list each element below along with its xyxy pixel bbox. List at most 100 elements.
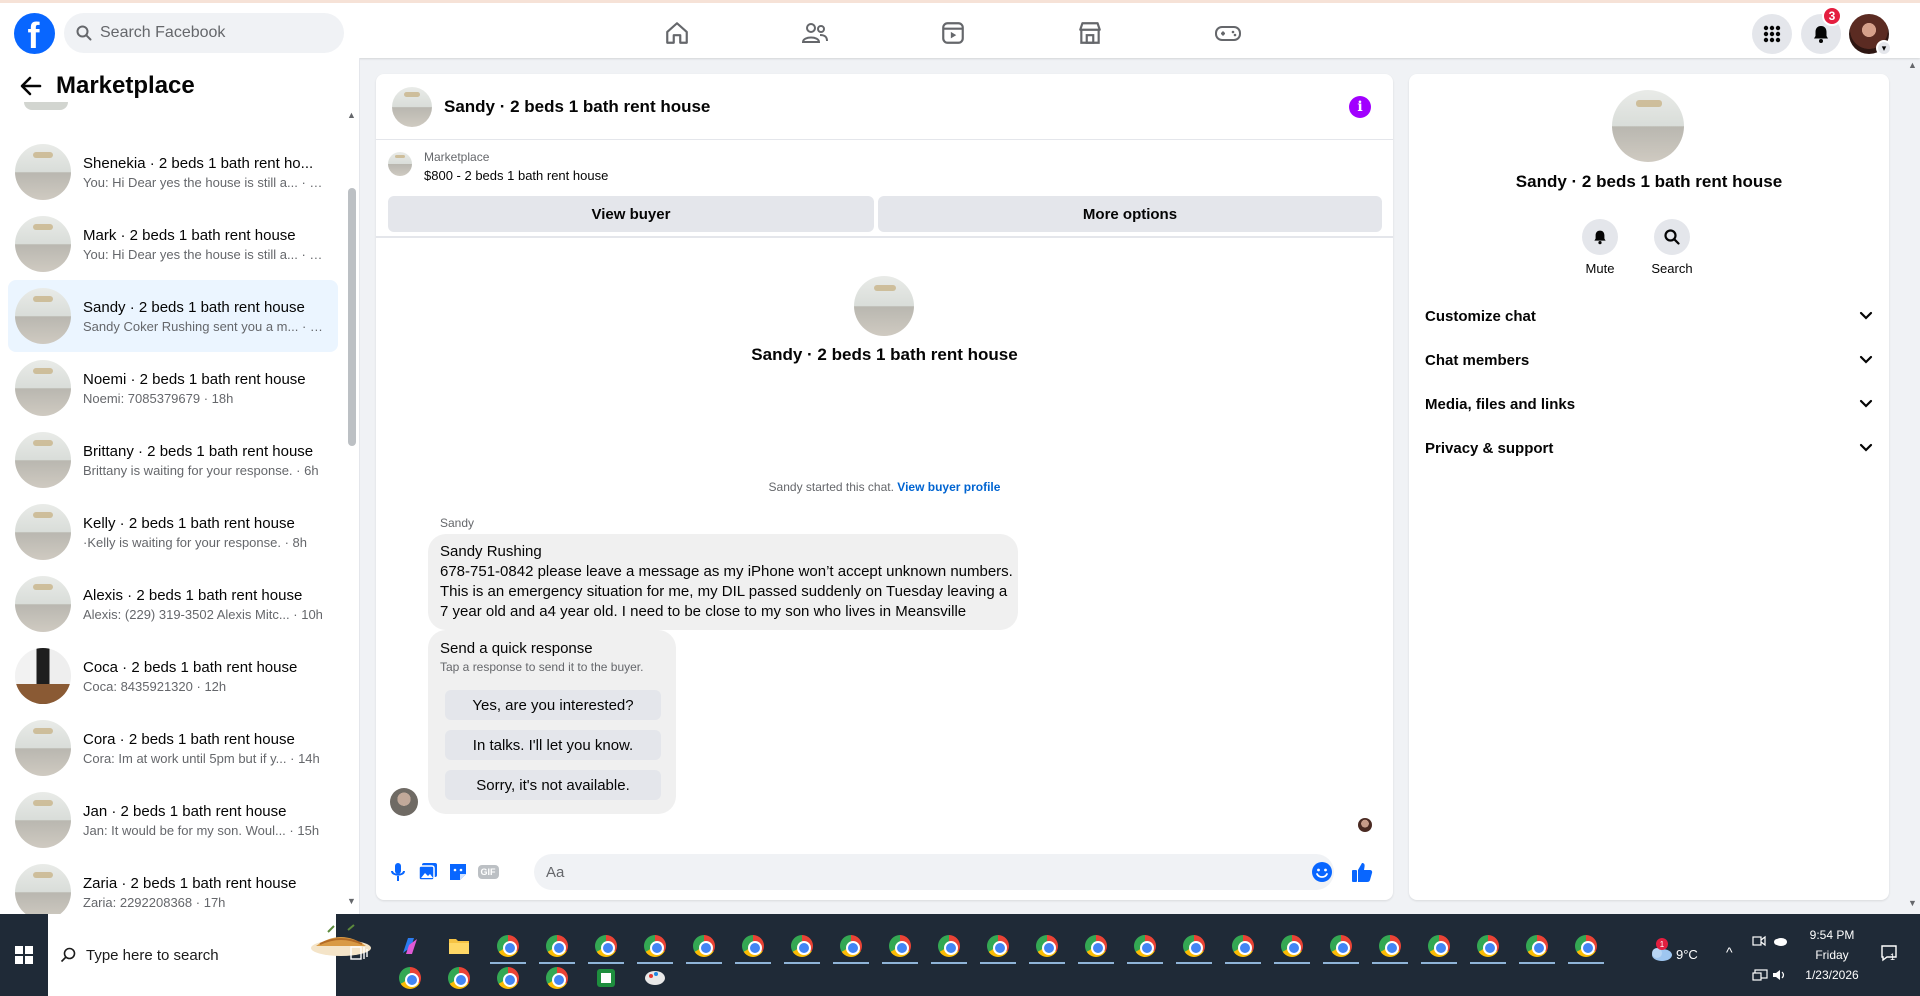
emoji-icon[interactable] — [1310, 860, 1334, 884]
conversation-item[interactable]: Shenekia · 2 beds 1 bath rent ho... You: … — [8, 136, 338, 208]
weather-temperature[interactable]: 9°C — [1676, 947, 1698, 962]
conversation-item[interactable]: Alexis · 2 beds 1 bath rent house Alexis:… — [8, 568, 338, 640]
taskbar-search-input[interactable] — [86, 946, 246, 964]
conversation-item[interactable]: Jan · 2 beds 1 bath rent house Jan: It wo… — [8, 784, 338, 856]
chevron-down-icon[interactable]: ▾ — [1876, 40, 1892, 56]
quick-reply-not-available[interactable]: Sorry, it's not available. — [445, 770, 661, 800]
view-buyer-button[interactable]: View buyer — [388, 196, 874, 232]
chrome-icon[interactable] — [882, 932, 918, 964]
chrome-icon[interactable] — [1421, 932, 1457, 964]
conversation-item[interactable]: Mark · 2 beds 1 bath rent house You: Hi D… — [8, 208, 338, 280]
paint-app-icon[interactable] — [641, 964, 669, 992]
conversation-item[interactable]: Coca · 2 beds 1 bath rent house Coca: 843… — [8, 640, 338, 712]
media-files-links-row[interactable]: Media, files and links — [1425, 386, 1873, 422]
running-indicator — [1176, 962, 1212, 964]
marketplace-icon[interactable] — [1066, 15, 1114, 51]
mute-button[interactable]: Mute — [1570, 219, 1630, 276]
chrome-icon[interactable] — [1029, 932, 1065, 964]
listing-thumbnail[interactable] — [392, 86, 432, 127]
chat-members-row[interactable]: Chat members — [1425, 342, 1873, 378]
volume-icon[interactable] — [1772, 968, 1788, 986]
onedrive-icon[interactable] — [1772, 934, 1788, 952]
chrome-icon[interactable] — [1519, 932, 1555, 964]
conversation-title: Sandy · 2 beds 1 bath rent house — [83, 298, 305, 316]
chrome-icon[interactable] — [637, 932, 673, 964]
chrome-icon[interactable] — [784, 932, 820, 964]
chrome-icon[interactable] — [1323, 932, 1359, 964]
privacy-support-row[interactable]: Privacy & support — [1425, 430, 1873, 466]
meet-now-icon[interactable] — [1752, 934, 1766, 952]
gif-icon[interactable]: GIF — [476, 860, 500, 884]
more-options-button[interactable]: More options — [878, 196, 1382, 232]
chrome-icon[interactable] — [1127, 932, 1163, 964]
info-icon[interactable]: i — [1349, 96, 1371, 118]
back-arrow-icon[interactable] — [20, 76, 42, 96]
chrome-icon[interactable] — [980, 932, 1016, 964]
chrome-icon[interactable] — [1372, 932, 1408, 964]
spreadsheet-app-icon[interactable] — [592, 964, 620, 992]
conversation-item[interactable]: Kelly · 2 beds 1 bath rent house ·Kelly i… — [8, 496, 338, 568]
message-input[interactable] — [534, 854, 1334, 890]
chrome-icon[interactable] — [539, 932, 575, 964]
taskbar-search-box[interactable] — [48, 914, 371, 996]
search-input[interactable] — [100, 24, 320, 42]
chrome-icon[interactable] — [543, 964, 571, 992]
chevron-up-icon[interactable]: ^ — [1726, 944, 1733, 960]
clock-date[interactable]: 1/23/2026 — [1794, 968, 1870, 982]
chrome-icon[interactable] — [833, 932, 869, 964]
conversation-item[interactable]: Brittany · 2 beds 1 bath rent house Britt… — [8, 424, 338, 496]
facebook-logo[interactable]: f — [14, 13, 55, 54]
chrome-icon[interactable] — [396, 964, 424, 992]
thumbs-up-icon[interactable] — [1350, 860, 1374, 884]
windows-start-button[interactable] — [0, 914, 48, 996]
task-view-icon[interactable] — [350, 944, 368, 962]
photo-icon[interactable] — [416, 860, 440, 884]
sidebar-scrollbar[interactable] — [348, 188, 356, 446]
view-buyer-profile-link[interactable]: View buyer profile — [897, 480, 1000, 494]
friends-icon[interactable] — [791, 15, 839, 51]
chrome-icon[interactable] — [445, 964, 473, 992]
chat-title[interactable]: Sandy · 2 beds 1 bath rent house — [444, 97, 710, 117]
conversation-snippet-text: You: Hi Dear yes the house is still a... — [83, 246, 298, 262]
scroll-down-arrow[interactable]: ▼ — [347, 896, 356, 906]
clock-day[interactable]: Friday — [1794, 948, 1870, 962]
conversation-item[interactable]: Cora · 2 beds 1 bath rent house Cora: Im … — [8, 712, 338, 784]
sticker-icon[interactable] — [446, 860, 470, 884]
chrome-icon[interactable] — [735, 932, 771, 964]
chrome-icon[interactable] — [1078, 932, 1114, 964]
page-scroll-up-arrow[interactable]: ▲ — [1908, 60, 1917, 70]
chrome-icon[interactable] — [490, 932, 526, 964]
chrome-icon[interactable] — [931, 932, 967, 964]
network-icon[interactable] — [1752, 968, 1768, 986]
weather-icon[interactable]: 1 — [1648, 938, 1674, 961]
file-explorer-icon[interactable] — [445, 932, 473, 960]
chrome-icon[interactable] — [686, 932, 722, 964]
copilot-icon[interactable] — [396, 932, 424, 960]
quick-reply-interested[interactable]: Yes, are you interested? — [445, 690, 661, 720]
gaming-icon[interactable] — [1204, 15, 1252, 51]
conversation-item[interactable]: Sandy · 2 beds 1 bath rent house Sandy Co… — [8, 280, 338, 352]
chrome-icon[interactable] — [1225, 932, 1261, 964]
search-box[interactable] — [64, 13, 344, 53]
chrome-icon[interactable] — [494, 964, 522, 992]
chrome-icon[interactable] — [1274, 932, 1310, 964]
search-chat-button[interactable]: Search — [1642, 219, 1702, 276]
clock-time[interactable]: 9:54 PM — [1794, 928, 1870, 942]
customize-chat-row[interactable]: Customize chat — [1425, 298, 1873, 334]
menu-grid-button[interactable] — [1752, 14, 1792, 54]
sender-avatar[interactable] — [390, 788, 418, 816]
chrome-icon[interactable] — [1176, 932, 1212, 964]
page-scroll-down-arrow[interactable]: ▼ — [1908, 898, 1917, 908]
microphone-icon[interactable] — [386, 860, 410, 884]
quick-reply-in-talks[interactable]: In talks. I'll let you know. — [445, 730, 661, 760]
action-center-icon[interactable]: 1 — [1880, 944, 1898, 967]
listing-price[interactable]: $800 - 2 beds 1 bath rent house — [424, 168, 608, 183]
chrome-icon[interactable] — [1568, 932, 1604, 964]
conversation-item[interactable]: Zaria · 2 beds 1 bath rent house Zaria: 2… — [8, 856, 338, 914]
scroll-up-arrow[interactable]: ▲ — [347, 110, 356, 120]
video-icon[interactable] — [929, 15, 977, 51]
chrome-icon[interactable] — [1470, 932, 1506, 964]
conversation-item[interactable]: Noemi · 2 beds 1 bath rent house Noemi: 7… — [8, 352, 338, 424]
chrome-icon[interactable] — [588, 932, 624, 964]
home-icon[interactable] — [653, 15, 701, 51]
